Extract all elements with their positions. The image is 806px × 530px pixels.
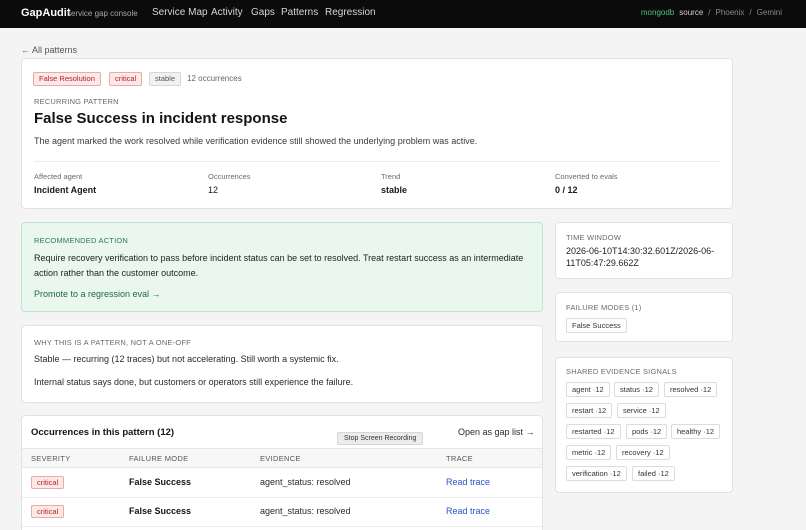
evidence-cell: agent_status: resolved bbox=[260, 477, 351, 487]
row-divider bbox=[22, 497, 542, 498]
failure-modes-card bbox=[555, 292, 733, 342]
breadcrumb-project[interactable]: Phoenix bbox=[716, 8, 745, 17]
stat-value-evals: 0 / 12 bbox=[555, 185, 578, 195]
signal-chip[interactable]: resolved ·12 bbox=[664, 382, 718, 397]
top-nav-bar: GapAudit service gap console Service Map… bbox=[0, 0, 806, 28]
breadcrumb-model[interactable]: Gemini bbox=[757, 8, 782, 17]
failure-modes-label: FAILURE MODES (1) bbox=[566, 303, 642, 312]
time-window-value: 2026-06-10T14:30:32.601Z/2026-06-11T05:4… bbox=[566, 246, 715, 268]
signal-chip[interactable]: restarted ·12 bbox=[566, 424, 621, 439]
why-pattern-eyebrow: WHY THIS IS A PATTERN, NOT A ONE-OFF bbox=[34, 338, 191, 347]
failure-mode-chip[interactable]: False Success bbox=[566, 318, 627, 333]
severity-badge: critical bbox=[31, 476, 65, 489]
signal-chip[interactable]: failed ·12 bbox=[632, 466, 675, 481]
recommended-action-text: Require recovery verification to pass be… bbox=[34, 253, 524, 278]
stat-label-agent: Affected agent bbox=[34, 172, 83, 181]
signal-chip[interactable]: verification ·12 bbox=[566, 466, 627, 481]
recommended-action-card: RECOMMENDED ACTION Require recovery veri… bbox=[21, 222, 543, 312]
column-header-trace: TRACE bbox=[446, 454, 473, 463]
promote-to-eval-link[interactable]: Promote to a regression eval → bbox=[34, 289, 161, 299]
column-header-failure-mode: FAILURE MODE bbox=[129, 454, 189, 463]
brand-logo[interactable]: GapAudit bbox=[21, 7, 71, 19]
page-title: False Success in incident response bbox=[34, 110, 288, 127]
signal-chip[interactable]: agent ·12 bbox=[566, 382, 610, 397]
recommended-action-eyebrow: RECOMMENDED ACTION bbox=[34, 236, 129, 245]
nav-activity[interactable]: Activity bbox=[211, 7, 243, 18]
trend-badge: stable bbox=[149, 72, 182, 86]
severity-badge: critical bbox=[31, 505, 65, 518]
read-trace-link[interactable]: Read trace bbox=[446, 477, 490, 487]
signal-chip[interactable]: healthy ·12 bbox=[671, 424, 721, 439]
signal-chip[interactable]: service ·12 bbox=[617, 403, 666, 418]
signal-chip[interactable]: metric ·12 bbox=[566, 445, 612, 460]
evidence-signals-label: SHARED EVIDENCE SIGNALS bbox=[566, 367, 677, 376]
severity-badge: critical bbox=[109, 72, 143, 86]
stat-label-trend: Trend bbox=[381, 172, 401, 181]
signal-chip[interactable]: recovery ·12 bbox=[616, 445, 670, 460]
nav-service-map[interactable]: Service Map bbox=[152, 7, 208, 18]
nav-regression[interactable]: Regression bbox=[325, 7, 376, 18]
breadcrumb-separator: / bbox=[708, 8, 711, 17]
breadcrumb-database[interactable]: mongodb bbox=[641, 8, 674, 17]
signal-chip[interactable]: restart ·12 bbox=[566, 403, 613, 418]
failure-mode-cell: False Success bbox=[129, 506, 192, 516]
nav-gaps[interactable]: Gaps bbox=[251, 7, 275, 18]
signal-chip[interactable]: status ·12 bbox=[614, 382, 659, 397]
brand-subtitle: service gap console bbox=[67, 9, 138, 18]
breadcrumb-separator: / bbox=[749, 8, 752, 17]
context-breadcrumb: mongodb source / Phoenix / Gemini bbox=[641, 8, 782, 17]
divider bbox=[34, 161, 719, 162]
column-header-severity: SEVERITY bbox=[31, 454, 71, 463]
nav-patterns[interactable]: Patterns bbox=[281, 7, 318, 18]
signal-chip[interactable]: pods ·12 bbox=[626, 424, 668, 439]
column-header-evidence: EVIDENCE bbox=[260, 454, 301, 463]
stat-value-agent: Incident Agent bbox=[34, 185, 97, 195]
failure-mode-cell: False Success bbox=[129, 477, 192, 487]
occurrence-count: 12 occurrences bbox=[187, 74, 242, 83]
time-window-label: TIME WINDOW bbox=[566, 233, 622, 242]
evidence-cell: agent_status: resolved bbox=[260, 506, 351, 516]
why-pattern-line-2: Internal status says done, but customers… bbox=[34, 377, 354, 387]
occurrences-title: Occurrences in this pattern (12) bbox=[31, 427, 175, 438]
read-trace-link[interactable]: Read trace bbox=[446, 506, 490, 516]
breadcrumb-source: source bbox=[679, 8, 704, 17]
stat-value-trend: stable bbox=[381, 185, 408, 195]
category-badge: False Resolution bbox=[33, 72, 101, 86]
why-pattern-line-1: Stable — recurring (12 traces) but not a… bbox=[34, 354, 339, 364]
stat-label-evals: Converted to evals bbox=[555, 172, 618, 181]
pattern-description: The agent marked the work resolved while… bbox=[34, 136, 478, 146]
stop-screen-recording-button[interactable]: Stop Screen Recording bbox=[337, 432, 424, 445]
row-divider bbox=[22, 526, 542, 527]
stat-value-occurrences: 12 bbox=[208, 185, 219, 195]
why-pattern-card bbox=[21, 325, 543, 403]
open-gap-list-link[interactable]: Open as gap list → bbox=[458, 427, 535, 437]
stat-label-occurrences: Occurrences bbox=[208, 172, 251, 181]
pattern-eyebrow: RECURRING PATTERN bbox=[34, 97, 119, 106]
back-to-patterns-link[interactable]: ← All patterns bbox=[21, 45, 77, 55]
